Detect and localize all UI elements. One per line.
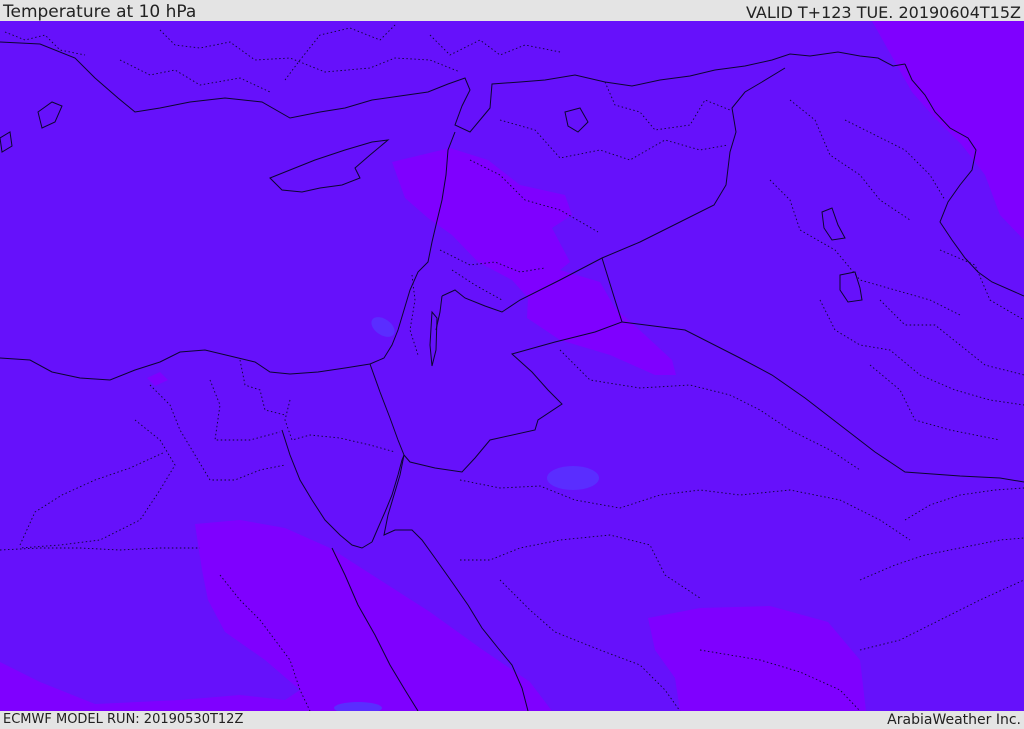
header-bar: Temperature at 10 hPa VALID T+123 TUE. 2… xyxy=(0,0,1024,21)
map-title: Temperature at 10 hPa xyxy=(3,2,197,22)
weather-map[interactable] xyxy=(0,21,1024,711)
valid-time: VALID T+123 TUE. 20190604T15Z xyxy=(745,3,1021,22)
map-base-fill xyxy=(0,21,1024,711)
footer-bar: ECMWF MODEL RUN: 20190530T12Z ArabiaWeat… xyxy=(0,711,1024,729)
model-run: ECMWF MODEL RUN: 20190530T12Z xyxy=(3,712,244,727)
credit: ArabiaWeather Inc. xyxy=(887,712,1021,728)
cool-patch-desert xyxy=(547,466,599,490)
